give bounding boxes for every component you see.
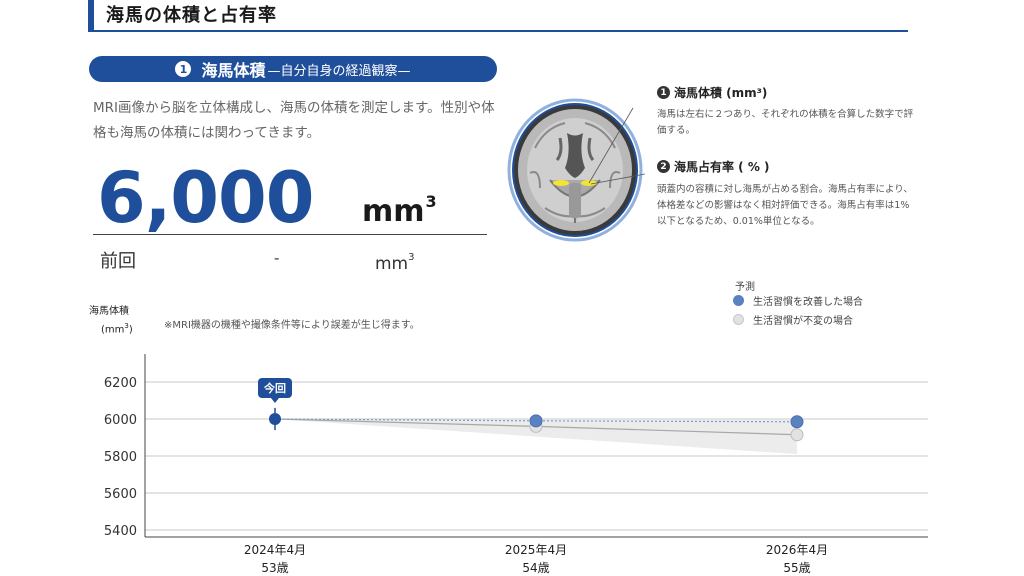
point-improved: [790, 415, 804, 429]
y-tick-label: 5400: [104, 524, 137, 539]
point-unchanged: [790, 428, 804, 442]
x-tick-label: 2025年4月: [505, 543, 567, 557]
point-improved: [529, 414, 543, 428]
current-callout-label: 今回: [263, 381, 286, 395]
x-tick-sublabel: 55歳: [783, 561, 810, 575]
point-current: [269, 413, 281, 425]
x-tick-sublabel: 54歳: [522, 561, 549, 575]
volume-trend-chart: 6200 6000 5800 5600 5400 今回 2024年4月 53歳 2025年4月 5…: [104, 354, 928, 575]
y-tick-label: 6200: [104, 376, 137, 391]
x-tick-label: 2026年4月: [766, 543, 828, 557]
x-tick-sublabel: 53歳: [261, 561, 288, 575]
y-tick-label: 6000: [104, 413, 137, 428]
y-tick-label: 5600: [104, 487, 137, 502]
current-callout-pointer: [271, 398, 279, 403]
y-tick-label: 5800: [104, 450, 137, 465]
x-tick-label: 2024年4月: [244, 543, 306, 557]
